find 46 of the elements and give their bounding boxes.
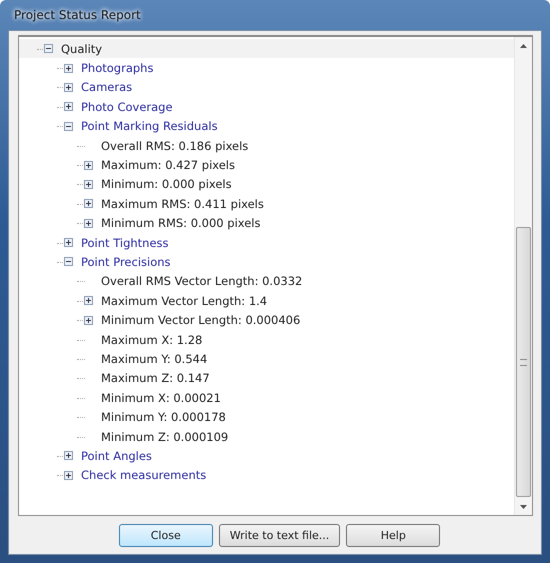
tree-item[interactable]: Photographs: [81, 61, 154, 76]
collapse-icon[interactable]: [44, 44, 53, 54]
tree-item[interactable]: Maximum X: 1.28: [101, 332, 202, 347]
tree-item[interactable]: Maximum Y: 0.544: [101, 352, 208, 366]
expand-icon[interactable]: [64, 238, 73, 248]
tree-item[interactable]: Photo Coverage: [81, 100, 173, 114]
tree-item[interactable]: Minimum RMS: 0.000 pixels: [101, 216, 260, 230]
expand-icon[interactable]: [84, 199, 93, 208]
tree-item[interactable]: Overall RMS: 0.186 pixels: [101, 138, 248, 153]
dialog-button[interactable]: Write to text file...: [218, 524, 340, 547]
expand-icon[interactable]: [64, 102, 73, 112]
expand-icon[interactable]: [84, 218, 93, 228]
scroll-down-icon[interactable]: [520, 504, 527, 508]
tree-item[interactable]: Cameras: [81, 80, 132, 94]
dialog-button[interactable]: Help: [346, 524, 440, 547]
tree-item[interactable]: Maximum Z: 0.147: [101, 371, 210, 386]
expand-icon[interactable]: [64, 64, 73, 73]
tree-item[interactable]: Minimum: 0.000 pixels: [101, 177, 232, 192]
tree-item[interactable]: Maximum: 0.427 pixels: [101, 158, 235, 172]
tree-item[interactable]: Point Tightness: [81, 236, 169, 250]
tree-item[interactable]: Maximum RMS: 0.411 pixels: [101, 196, 264, 211]
expand-icon[interactable]: [64, 82, 73, 92]
expand-icon[interactable]: [84, 160, 93, 170]
tree-item[interactable]: Minimum Z: 0.000109: [101, 430, 228, 444]
tree-item[interactable]: Point Marking Residuals: [81, 119, 218, 134]
tree-item[interactable]: Quality: [61, 42, 102, 56]
tree-item[interactable]: Minimum Vector Length: 0.000406: [101, 313, 300, 328]
expand-icon[interactable]: [84, 316, 93, 325]
expand-icon[interactable]: [64, 451, 73, 460]
tree-item[interactable]: Check measurements: [81, 468, 206, 482]
tree-item[interactable]: Minimum X: 0.00021: [101, 390, 221, 405]
expand-icon[interactable]: [84, 296, 93, 306]
tree-item[interactable]: Overall RMS Vector Length: 0.0332: [101, 274, 302, 288]
tree-item[interactable]: Point Precisions: [81, 254, 171, 269]
window-title: Project Status Report: [13, 8, 141, 22]
tree-item[interactable]: Maximum Vector Length: 1.4: [101, 294, 268, 308]
tree-item[interactable]: Minimum Y: 0.000178: [101, 410, 226, 424]
tree-item[interactable]: Point Angles: [81, 448, 152, 463]
collapse-icon[interactable]: [64, 257, 73, 266]
expand-icon[interactable]: [64, 470, 73, 480]
collapse-icon[interactable]: [64, 122, 73, 131]
scrollbar[interactable]: [514, 37, 532, 515]
scroll-thumb[interactable]: [516, 227, 531, 497]
expand-icon[interactable]: [84, 180, 93, 189]
scroll-up-icon[interactable]: [520, 44, 527, 48]
dialog-button[interactable]: Close: [118, 524, 213, 547]
